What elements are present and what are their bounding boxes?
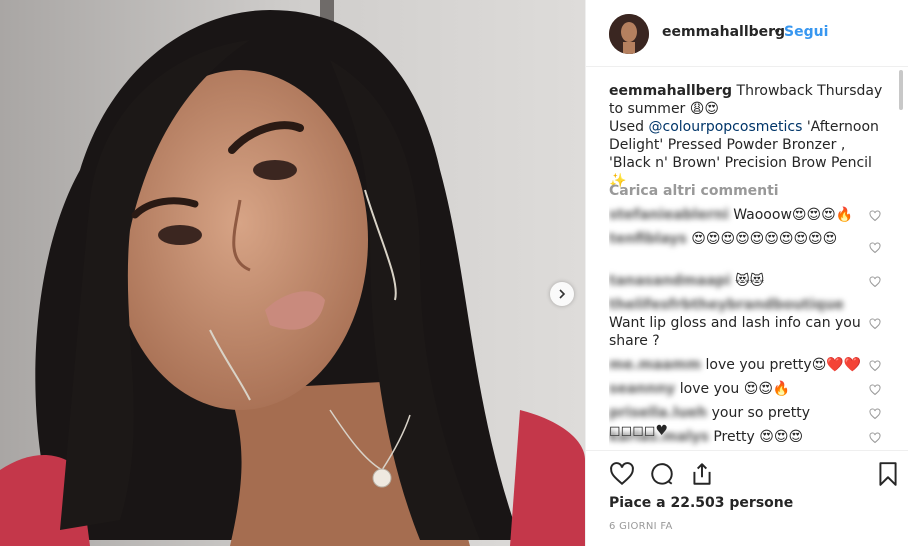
post-caption: eemmahallberg Throwback Thursday to summ…	[609, 82, 889, 190]
comment-row: karlas.malys Pretty 😍😍😍	[609, 428, 864, 446]
load-more-comments-link[interactable]: Carica altri commenti	[609, 182, 779, 200]
comment-text: Pretty 😍😍😍	[713, 429, 804, 445]
caption-used: Used	[609, 119, 649, 135]
heart-icon[interactable]	[609, 461, 635, 487]
avatar[interactable]	[609, 14, 649, 54]
caption-mention-link[interactable]: @colourpopcosmetics	[649, 119, 803, 135]
header-separator-dot: •	[773, 24, 782, 40]
comment-row: me.maamm love you pretty😍❤️❤️	[609, 356, 864, 374]
instagram-post-window: eemmahallberg • Segui eemmahallberg Thro…	[0, 0, 908, 546]
comment-username[interactable]: seannny	[609, 380, 675, 398]
post-actions-bar: Piace a 22.503 persone 6 GIORNI FA	[586, 450, 908, 547]
comment-text: love you pretty😍❤️❤️	[705, 357, 862, 373]
post-image	[0, 0, 585, 546]
chevron-right-icon	[559, 289, 566, 299]
avatar-image	[609, 14, 649, 54]
comment-username[interactable]: karlas.malys	[609, 428, 709, 446]
follow-button[interactable]: Segui	[784, 24, 828, 40]
comment-like-heart-icon[interactable]	[869, 210, 881, 222]
comment-like-heart-icon[interactable]	[869, 432, 881, 444]
comment-icon[interactable]	[649, 461, 675, 487]
comment-text: love you 😍😍🔥	[679, 381, 791, 397]
next-photo-button[interactable]	[550, 282, 574, 306]
comment-username[interactable]: me.maamm	[609, 356, 701, 374]
comment-like-heart-icon[interactable]	[869, 276, 881, 288]
comment-row: tenfiblays 😍😍😍😍😍😍😍😍😍😍	[609, 230, 864, 248]
comment-username[interactable]: tanasandmaapi	[609, 272, 731, 290]
comment-like-heart-icon[interactable]	[869, 408, 881, 420]
post-side-panel: eemmahallberg • Segui eemmahallberg Thro…	[585, 0, 908, 546]
caption-username[interactable]: eemmahallberg	[609, 83, 732, 99]
comment-text: 😍😍😍😍😍😍😍😍😍😍	[691, 231, 838, 247]
post-timestamp[interactable]: 6 GIORNI FA	[609, 521, 673, 532]
header-username[interactable]: eemmahallberg	[662, 24, 785, 40]
comment-like-heart-icon[interactable]	[869, 242, 881, 254]
comments-scrollbar-thumb[interactable]	[899, 70, 903, 110]
comment-username[interactable]: prisella.lueh	[609, 404, 707, 422]
comment-username[interactable]: tenfiblays	[609, 230, 687, 248]
comment-like-heart-icon[interactable]	[869, 384, 881, 396]
comments-list: eemmahallberg Throwback Thursday to summ…	[609, 82, 889, 450]
share-icon[interactable]	[689, 461, 715, 487]
post-photo[interactable]	[0, 0, 585, 546]
comment-text: Want lip gloss and lash info can you sha…	[609, 315, 861, 349]
comment-like-heart-icon[interactable]	[869, 318, 881, 330]
comment-row: stefanieablerni Waooow😍😍😍🔥	[609, 206, 864, 224]
comment-text: Waooow😍😍😍🔥	[733, 207, 854, 223]
comment-username[interactable]: thelifesfrbtheybrandboutique	[609, 296, 844, 314]
bookmark-icon[interactable]	[875, 461, 901, 487]
comment-row: tanasandmaapi 😻😻	[609, 272, 864, 290]
post-header: eemmahallberg • Segui	[586, 0, 908, 67]
comment-row: thelifesfrbtheybrandboutique Want lip gl…	[609, 296, 864, 350]
comment-like-heart-icon[interactable]	[869, 360, 881, 372]
likes-count[interactable]: Piace a 22.503 persone	[609, 495, 793, 511]
comment-text: 😻😻	[735, 273, 765, 289]
comment-row: seannny love you 😍😍🔥	[609, 380, 864, 398]
comment-username[interactable]: stefanieablerni	[609, 206, 729, 224]
comments-scrollbar[interactable]	[899, 70, 903, 445]
